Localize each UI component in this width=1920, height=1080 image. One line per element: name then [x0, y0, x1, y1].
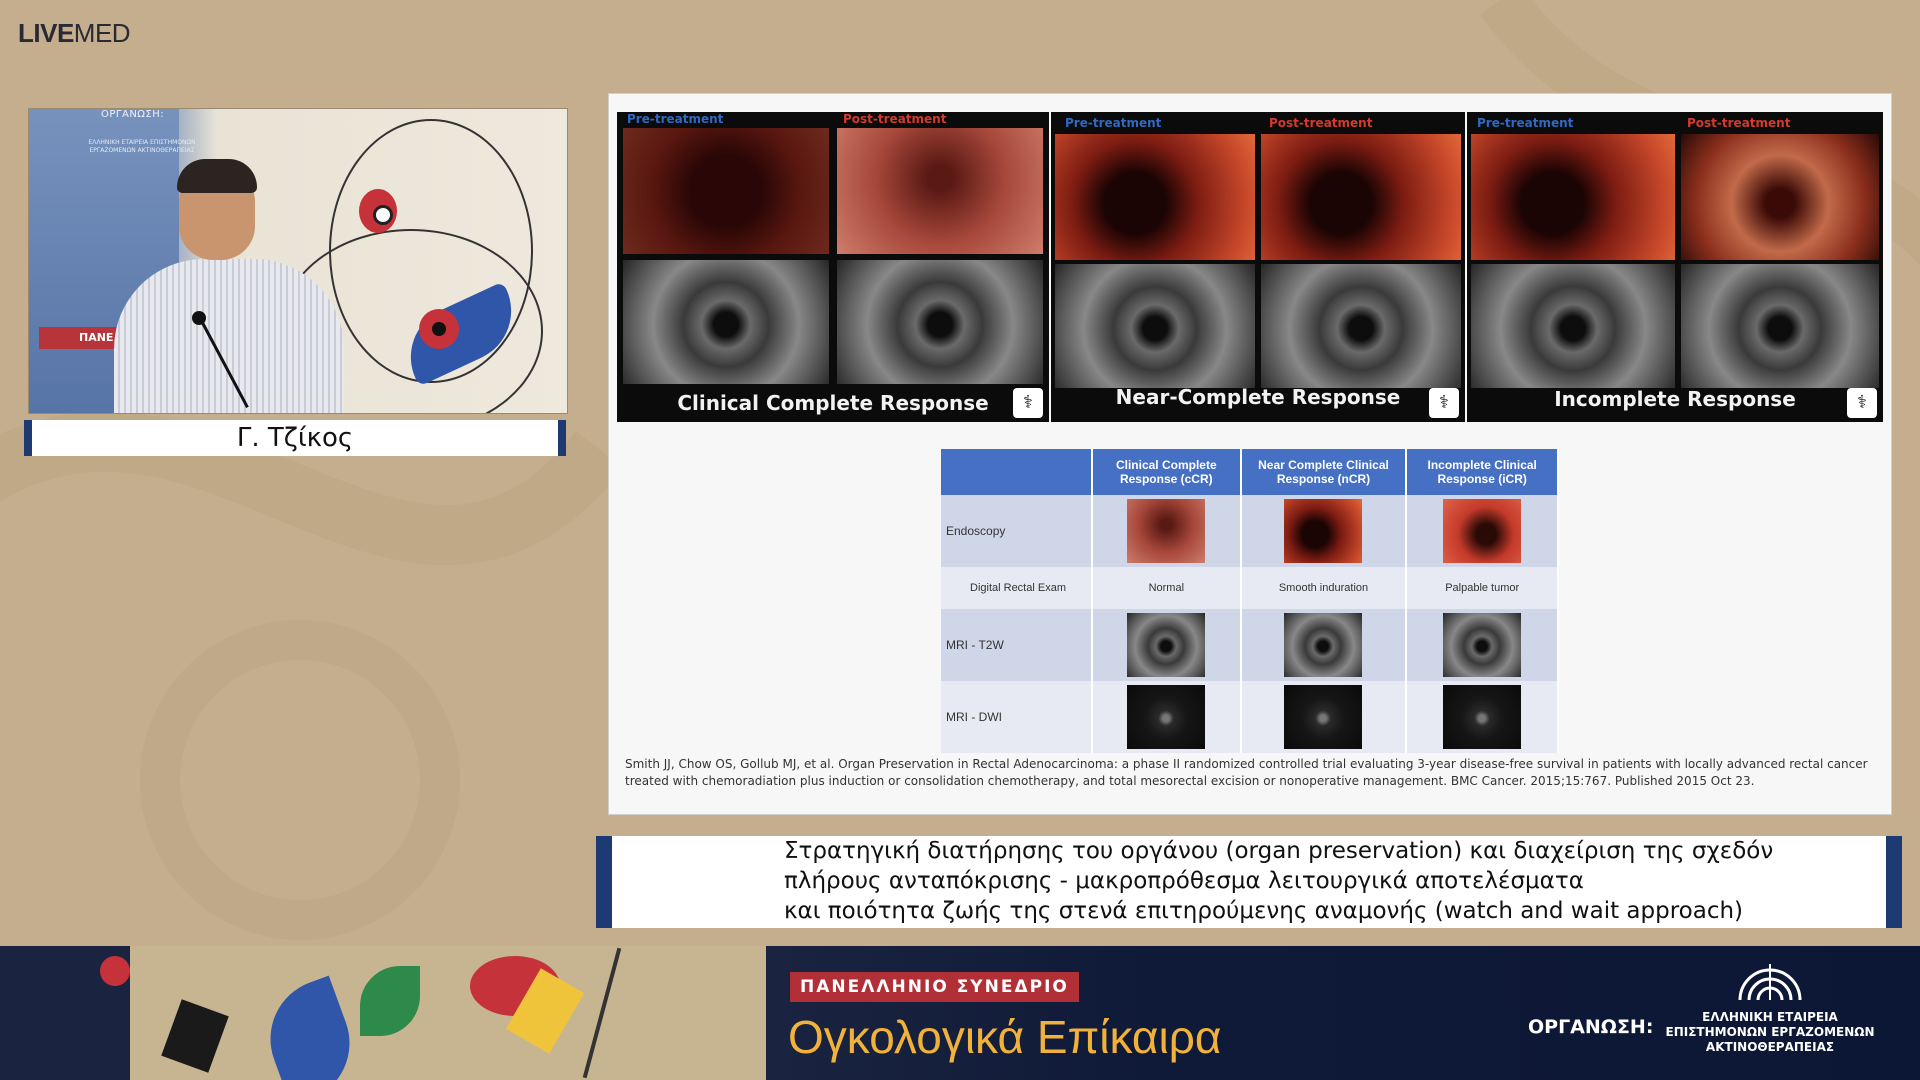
- mri-thumbnail: [1127, 685, 1206, 749]
- banner-label: ΟΡΓΑΝΩΣΗ:: [101, 109, 165, 120]
- table-cell: [1092, 681, 1242, 753]
- mri-image: [623, 260, 829, 384]
- panel-near-complete: Pre-treatment Post-treatment Near-Comple…: [1051, 112, 1465, 422]
- post-treatment-label: Post-treatment: [1687, 116, 1791, 130]
- caption-line-1: Στρατηγική διατήρησης του οργάνου (organ…: [784, 838, 1774, 864]
- panel-clinical-complete: Pre-treatment Post-treatment Clinical Co…: [617, 112, 1049, 422]
- organizer-name-line: ΕΛΛΗΝΙΚΗ ΕΤΑΙΡΕΙΑ: [1702, 1010, 1838, 1024]
- caption-line-3: και ποιότητα ζωής της στενά επιτηρούμενη…: [784, 898, 1744, 924]
- table-row: Endoscopy: [941, 495, 1559, 567]
- response-panels: Pre-treatment Post-treatment Clinical Co…: [617, 112, 1883, 422]
- artwork-eye: [373, 205, 393, 225]
- mri-image: [1055, 264, 1255, 388]
- endoscopy-image: [1055, 134, 1255, 260]
- conference-badge: ΠΑΝΕΛΛΗΝΙΟ ΣΥΝΕΔΡΙΟ: [790, 972, 1079, 1002]
- mri-thumbnail: [1443, 613, 1522, 677]
- table-corner-cell: [941, 449, 1093, 495]
- speaker-hair: [177, 159, 257, 193]
- footer-artwork: [0, 946, 766, 1080]
- mri-thumbnail: [1284, 613, 1363, 677]
- table-header-ccr: Clinical Complete Response (cCR): [1092, 449, 1242, 495]
- response-comparison-table: Clinical Complete Response (cCR) Near Co…: [941, 449, 1559, 753]
- artwork-black-shape: [161, 999, 229, 1073]
- table-header-row: Clinical Complete Response (cCR) Near Co…: [941, 449, 1559, 495]
- institution-logo-icon: ⚕: [1847, 388, 1877, 418]
- organizer-label: ΟΡΓΑΝΩΣΗ:: [1528, 1016, 1654, 1038]
- pre-treatment-label: Pre-treatment: [1065, 116, 1162, 130]
- organizer-logo-icon: [1738, 964, 1802, 1001]
- livemed-logo: LIVEMED: [18, 18, 131, 48]
- table-cell: Normal: [1092, 567, 1242, 609]
- table-cell: [1092, 495, 1242, 567]
- table-cell: Palpable tumor: [1406, 567, 1559, 609]
- artwork-green-shape: [360, 966, 420, 1036]
- table-cell: [1406, 609, 1559, 681]
- organizer-name-line: ΕΠΙΣΤΗΜΟΝΩΝ ΕΡΓΑΖΟΜΕΝΩΝ: [1665, 1025, 1875, 1039]
- table-header-icr: Incomplete Clinical Response (iCR): [1406, 449, 1559, 495]
- row-label: Digital Rectal Exam: [941, 567, 1093, 609]
- slide-citation: Smith JJ, Chow OS, Gollub MJ, et al. Org…: [625, 757, 1868, 788]
- table-cell: [1240, 495, 1408, 567]
- speaker-body: [114, 259, 344, 413]
- post-treatment-label: Post-treatment: [1269, 116, 1373, 130]
- artwork-dot: [432, 322, 446, 336]
- table-cell: [1240, 609, 1408, 681]
- institution-logo-icon: ⚕: [1013, 388, 1043, 418]
- pre-treatment-label: Pre-treatment: [1477, 116, 1574, 130]
- endoscopy-image: [1681, 134, 1879, 260]
- endoscopy-thumbnail: [1127, 499, 1206, 563]
- banner-org-text: ΕΛΛΗΝΙΚΗ ΕΤΑΙΡΕΙΑ ΕΠΙΣΤΗΜΟΝΩΝ ΕΡΓΑΖΟΜΕΝΩ…: [88, 139, 196, 154]
- endoscopy-thumbnail: [1443, 499, 1522, 563]
- endoscopy-image: [837, 128, 1043, 254]
- footer-bar: ΠΑΝΕΛΛΗΝΙΟ ΣΥΝΕΔΡΙΟ Ογκολογικά Επίκαιρα …: [0, 946, 1920, 1080]
- table-cell: [1240, 681, 1408, 753]
- mri-image: [1681, 264, 1879, 388]
- endoscopy-thumbnail: [1284, 499, 1363, 563]
- panel-title: Near-Complete Response: [1115, 385, 1401, 409]
- artwork-red-circle: [100, 956, 130, 986]
- pre-treatment-label: Pre-treatment: [627, 112, 724, 126]
- organizer-name-line: ΑΚΤΙΝΟΘΕΡΑΠΕΙΑΣ: [1705, 1040, 1835, 1054]
- speaker-name-plate: Γ. Τζίκος: [24, 420, 566, 456]
- table-row: Digital Rectal Exam Normal Smooth indura…: [941, 567, 1559, 609]
- panel-title: Clinical Complete Response: [677, 391, 989, 415]
- table-cell: [1406, 681, 1559, 753]
- table-header-ncr: Near Complete Clinical Response (nCR): [1240, 449, 1408, 495]
- table-row: MRI - DWI: [941, 681, 1559, 753]
- artwork-line: [582, 947, 622, 1079]
- endoscopy-image: [1261, 134, 1461, 260]
- table-row: MRI - T2W: [941, 609, 1559, 681]
- row-label: MRI - T2W: [941, 609, 1093, 681]
- mri-image: [837, 260, 1043, 384]
- mri-thumbnail: [1443, 685, 1522, 749]
- row-label: MRI - DWI: [941, 681, 1093, 753]
- lower-third-caption: Στρατηγική διατήρησης του οργάνου (organ…: [596, 836, 1902, 928]
- endoscopy-image: [623, 128, 829, 254]
- speaker-video: ΟΡΓΑΝΩΣΗ: ΕΛΛΗΝΙΚΗ ΕΤΑΙΡΕΙΑ ΕΠΙΣΤΗΜΟΝΩΝ …: [28, 108, 568, 414]
- panel-incomplete: Pre-treatment Post-treatment Incomplete …: [1467, 112, 1883, 422]
- mri-image: [1261, 264, 1461, 388]
- post-treatment-label: Post-treatment: [843, 112, 947, 126]
- panel-title: Incomplete Response: [1554, 387, 1796, 411]
- mri-image: [1471, 264, 1675, 388]
- mri-thumbnail: [1284, 685, 1363, 749]
- artwork-blue-shape: [253, 975, 367, 1080]
- organizer-name: ΕΛΛΗΝΙΚΗ ΕΤΑΙΡΕΙΑ ΕΠΙΣΤΗΜΟΝΩΝ ΕΡΓΑΖΟΜΕΝΩ…: [1660, 1010, 1880, 1055]
- row-label: Endoscopy: [941, 495, 1093, 567]
- table-cell: Smooth induration: [1240, 567, 1408, 609]
- caption-text: Στρατηγική διατήρησης του οργάνου (organ…: [784, 836, 1773, 926]
- table-cell: [1092, 609, 1242, 681]
- caption-line-2: πλήρους ανταπόκρισης - μακροπρόθεσμα λει…: [784, 868, 1584, 894]
- mri-thumbnail: [1127, 613, 1206, 677]
- presentation-slide: Pre-treatment Post-treatment Clinical Co…: [608, 93, 1892, 815]
- conference-title: Ογκολογικά Επίκαιρα: [788, 1011, 1222, 1063]
- institution-logo-icon: ⚕: [1429, 388, 1459, 418]
- table-cell: [1406, 495, 1559, 567]
- endoscopy-image: [1471, 134, 1675, 260]
- microphone-icon: [192, 311, 206, 325]
